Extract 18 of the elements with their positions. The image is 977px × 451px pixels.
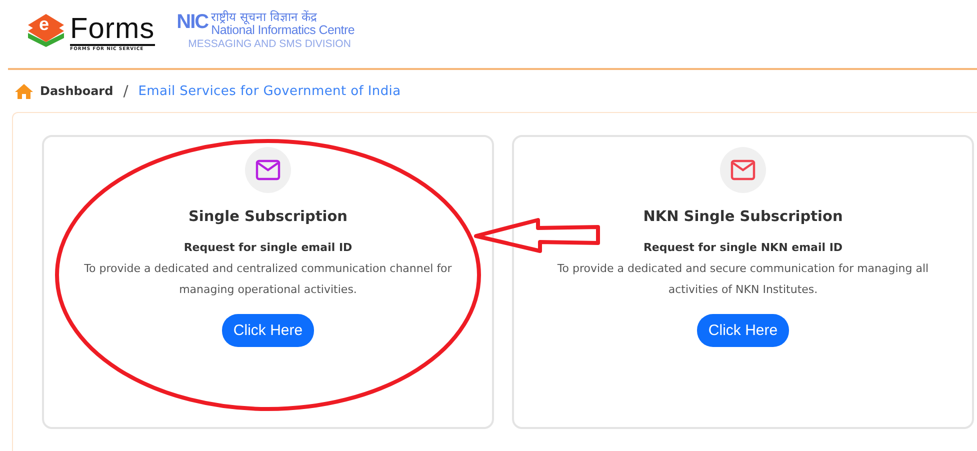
card-subtitle: Request for single NKN email ID — [643, 241, 843, 254]
logo-letter: e — [39, 14, 50, 34]
breadcrumb-separator: / — [123, 82, 128, 100]
logo-title: Forms — [70, 14, 155, 46]
click-here-button[interactable]: Click Here — [222, 314, 314, 347]
organization-name: National Informatics Centre — [211, 24, 354, 37]
card-title: Single Subscription — [188, 209, 348, 225]
nic-logo-mark: NIC — [176, 11, 208, 33]
division-name: MESSAGING AND SMS DIVISION — [188, 37, 352, 51]
card-subtitle: Request for single email ID — [184, 241, 352, 254]
breadcrumb-link[interactable]: Email Services for Government of India — [138, 84, 401, 98]
hindi-title: राष्ट्रीय सूचना विज्ञान केंद्र — [211, 11, 318, 24]
card-description: To provide a dedicated and centralized communication channel for managing operational activities. — [83, 261, 453, 298]
home-icon[interactable] — [14, 82, 34, 100]
breadcrumb-link[interactable]: Dashboard — [40, 84, 114, 98]
click-here-button[interactable]: Click Here — [697, 314, 789, 347]
card-description: To provide a dedicated and secure communication for managing all activities of NKN Institutes. — [557, 261, 929, 298]
card-title: NKN Single Subscription — [643, 209, 843, 225]
